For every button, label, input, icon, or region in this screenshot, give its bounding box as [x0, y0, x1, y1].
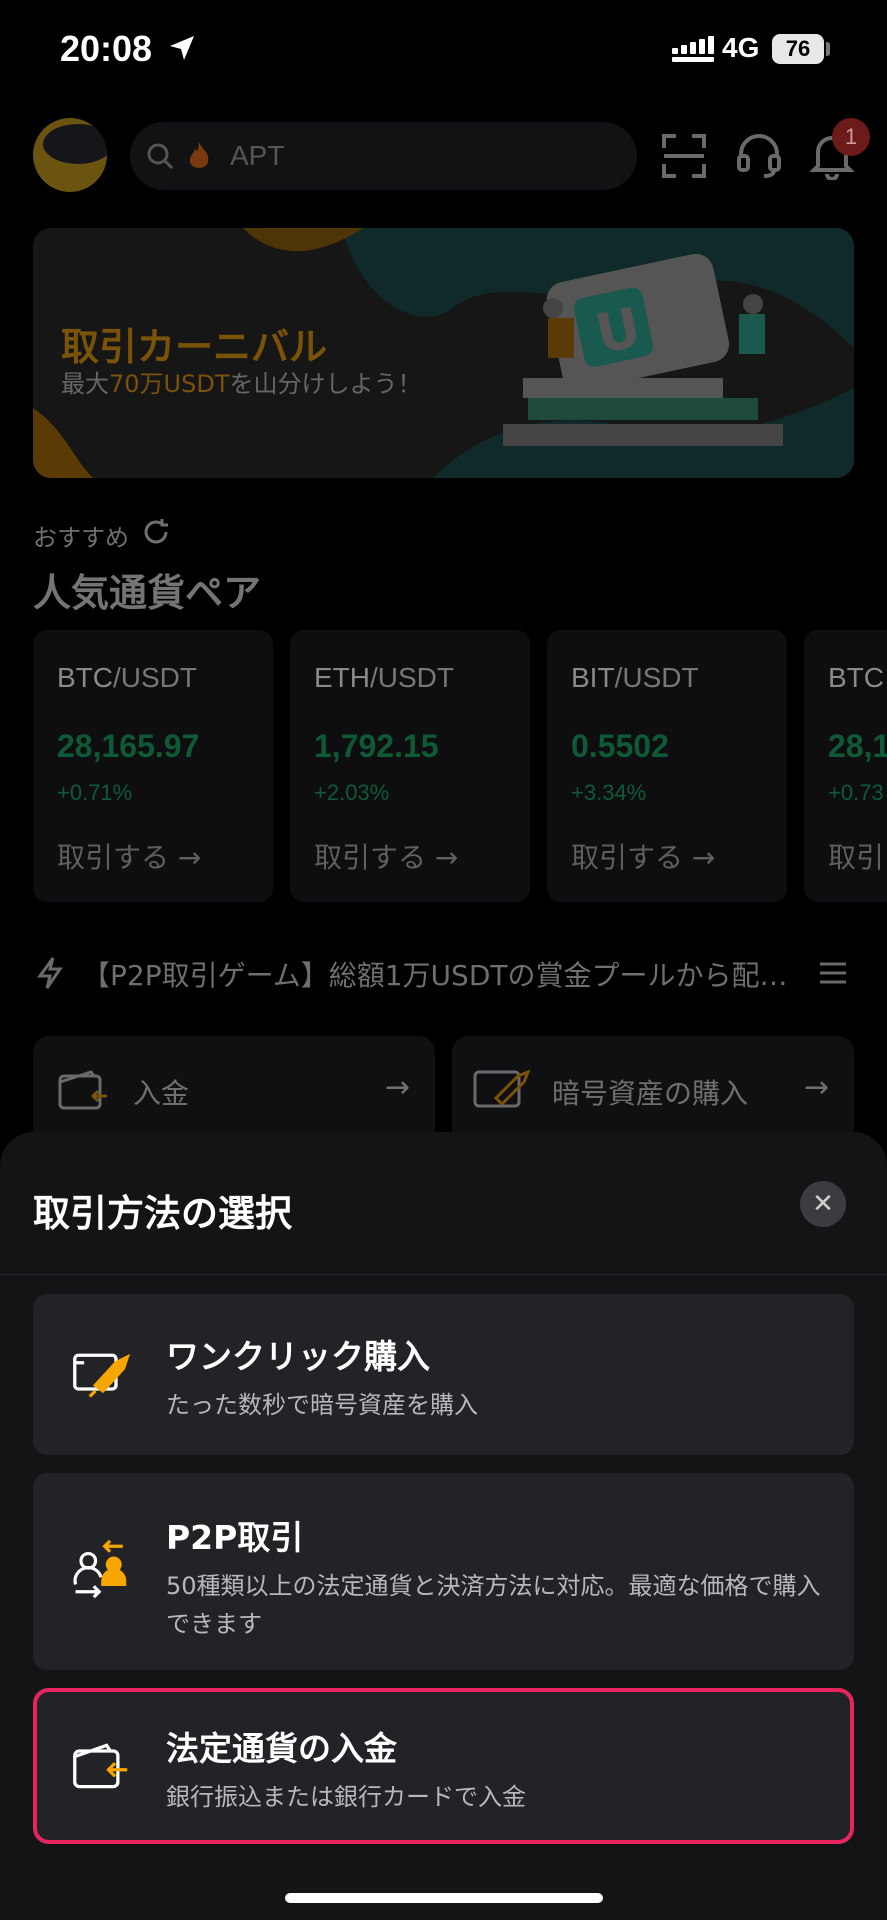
pair-price: 28,165.97 [57, 728, 200, 764]
pair-base: BTC [57, 662, 113, 693]
avatar[interactable] [33, 118, 107, 192]
battery-tip [826, 42, 830, 56]
pair-card-eth[interactable]: ETH/USDT 1,792.15 +2.03% 取引する → [290, 630, 530, 902]
scan-icon[interactable] [662, 134, 706, 178]
search-placeholder: APT [230, 140, 285, 171]
pair-name: ETH/USDT [314, 662, 454, 694]
pair-card-btc-partial[interactable]: BTC 28,1 +0.73 取引 [804, 630, 887, 902]
arrow-right-icon: → [385, 1070, 411, 1105]
pair-change: +3.34% [571, 780, 647, 805]
lightning-icon [37, 957, 63, 989]
pair-name: BIT/USDT [571, 662, 699, 694]
popular-pairs-heading: 人気通貨ペア [33, 571, 262, 615]
pair-change: +0.71% [57, 780, 133, 805]
trade-link-label: 取引する [571, 841, 684, 874]
pair-price: 0.5502 [571, 728, 669, 764]
close-icon: ✕ [812, 1189, 834, 1219]
pair-name: BTC/USDT [57, 662, 197, 694]
pair-change: +2.03% [314, 780, 390, 805]
option-title: P2P取引 [166, 1518, 304, 1557]
search-icon [147, 143, 174, 170]
pair-quote: /USDT [614, 662, 699, 693]
location-arrow-icon [170, 36, 194, 60]
trade-link[interactable]: 取引する → [314, 836, 458, 876]
option-desc: たった数秒で暗号資産を購入 [166, 1391, 478, 1419]
arrow-right-icon: → [804, 1070, 830, 1105]
pair-name: BTC [828, 662, 884, 694]
pair-quote: /USDT [370, 662, 454, 693]
option-desc: 50種類以上の法定通貨と決済方法に対応。最適な価格で購入できます [166, 1572, 821, 1638]
wallet-deposit-icon [58, 1070, 107, 1110]
sheet-title: 取引方法の選択 [33, 1192, 292, 1235]
rocket-card-icon [73, 1353, 131, 1398]
home-indicator [285, 1893, 603, 1903]
trade-link[interactable]: 取引する → [57, 836, 201, 876]
trade-link[interactable]: 取引する → [571, 836, 715, 876]
arrow-right-icon: → [691, 841, 716, 874]
banner-subtitle: 最大70万USDTを山分けしよう！ [61, 364, 421, 399]
banner-subtitle-suffix: を山分けしよう！ [229, 370, 422, 398]
option-p2p[interactable]: P2P取引 50種類以上の法定通貨と決済方法に対応。最適な価格で購入できます [33, 1473, 854, 1670]
fire-icon [189, 142, 209, 168]
search-bar[interactable]: APT [130, 122, 637, 190]
option-one-click-buy[interactable]: ワンクリック購入 たった数秒で暗号資産を購入 [33, 1294, 854, 1455]
pair-base: ETH [314, 662, 370, 693]
pair-base: BTC [828, 662, 884, 693]
banner-subtitle-highlight: 70万USDT [109, 370, 230, 398]
status-time: 20:08 [60, 28, 153, 69]
battery-level: 76 [772, 34, 824, 64]
p2p-exchange-icon [73, 1539, 127, 1599]
notification-badge: 1 [832, 118, 870, 156]
buy-crypto-label: 暗号資産の購入 [552, 1077, 749, 1110]
signal-icon [672, 36, 714, 62]
trade-link-label: 取引する [57, 841, 170, 874]
network-type: 4G [722, 32, 760, 63]
banner-title: 取引カーニバル [61, 325, 328, 369]
pair-base: BIT [571, 662, 615, 693]
arrow-right-icon: → [434, 841, 459, 874]
deposit-label: 入金 [133, 1077, 190, 1110]
refresh-icon[interactable] [142, 518, 170, 546]
deposit-card[interactable]: 入金 → [33, 1036, 435, 1146]
recommend-label: おすすめ [33, 524, 129, 552]
pair-quote: /USDT [113, 662, 197, 693]
arrow-right-icon: → [177, 841, 202, 874]
option-title: ワンクリック購入 [166, 1337, 430, 1376]
sheet-divider [0, 1274, 887, 1275]
menu-icon[interactable] [820, 962, 846, 984]
promo-banner[interactable]: U 取引カーニバル 最大70万USDTを山分けしよう！ [33, 228, 854, 478]
pair-price: 28,1 [828, 728, 887, 764]
announcement-text[interactable]: 【P2P取引ゲーム】総額1万USDTの賞金プールから配… [82, 954, 788, 994]
rocket-card-icon [473, 1069, 531, 1108]
pair-card-btc[interactable]: BTC/USDT 28,165.97 +0.71% 取引する → [33, 630, 273, 902]
pair-price: 1,792.15 [314, 728, 439, 764]
banner-subtitle-prefix: 最大 [61, 370, 109, 398]
pair-card-bit[interactable]: BIT/USDT 0.5502 +3.34% 取引する → [547, 630, 787, 902]
close-button[interactable]: ✕ [800, 1181, 846, 1227]
trade-link-label[interactable]: 取引 [828, 836, 884, 876]
selection-highlight [33, 1688, 854, 1844]
support-headset-icon[interactable] [736, 132, 782, 180]
buy-crypto-card[interactable]: 暗号資産の購入 → [452, 1036, 854, 1146]
pair-change: +0.73 [828, 780, 884, 805]
trade-link-label: 取引する [314, 841, 427, 874]
